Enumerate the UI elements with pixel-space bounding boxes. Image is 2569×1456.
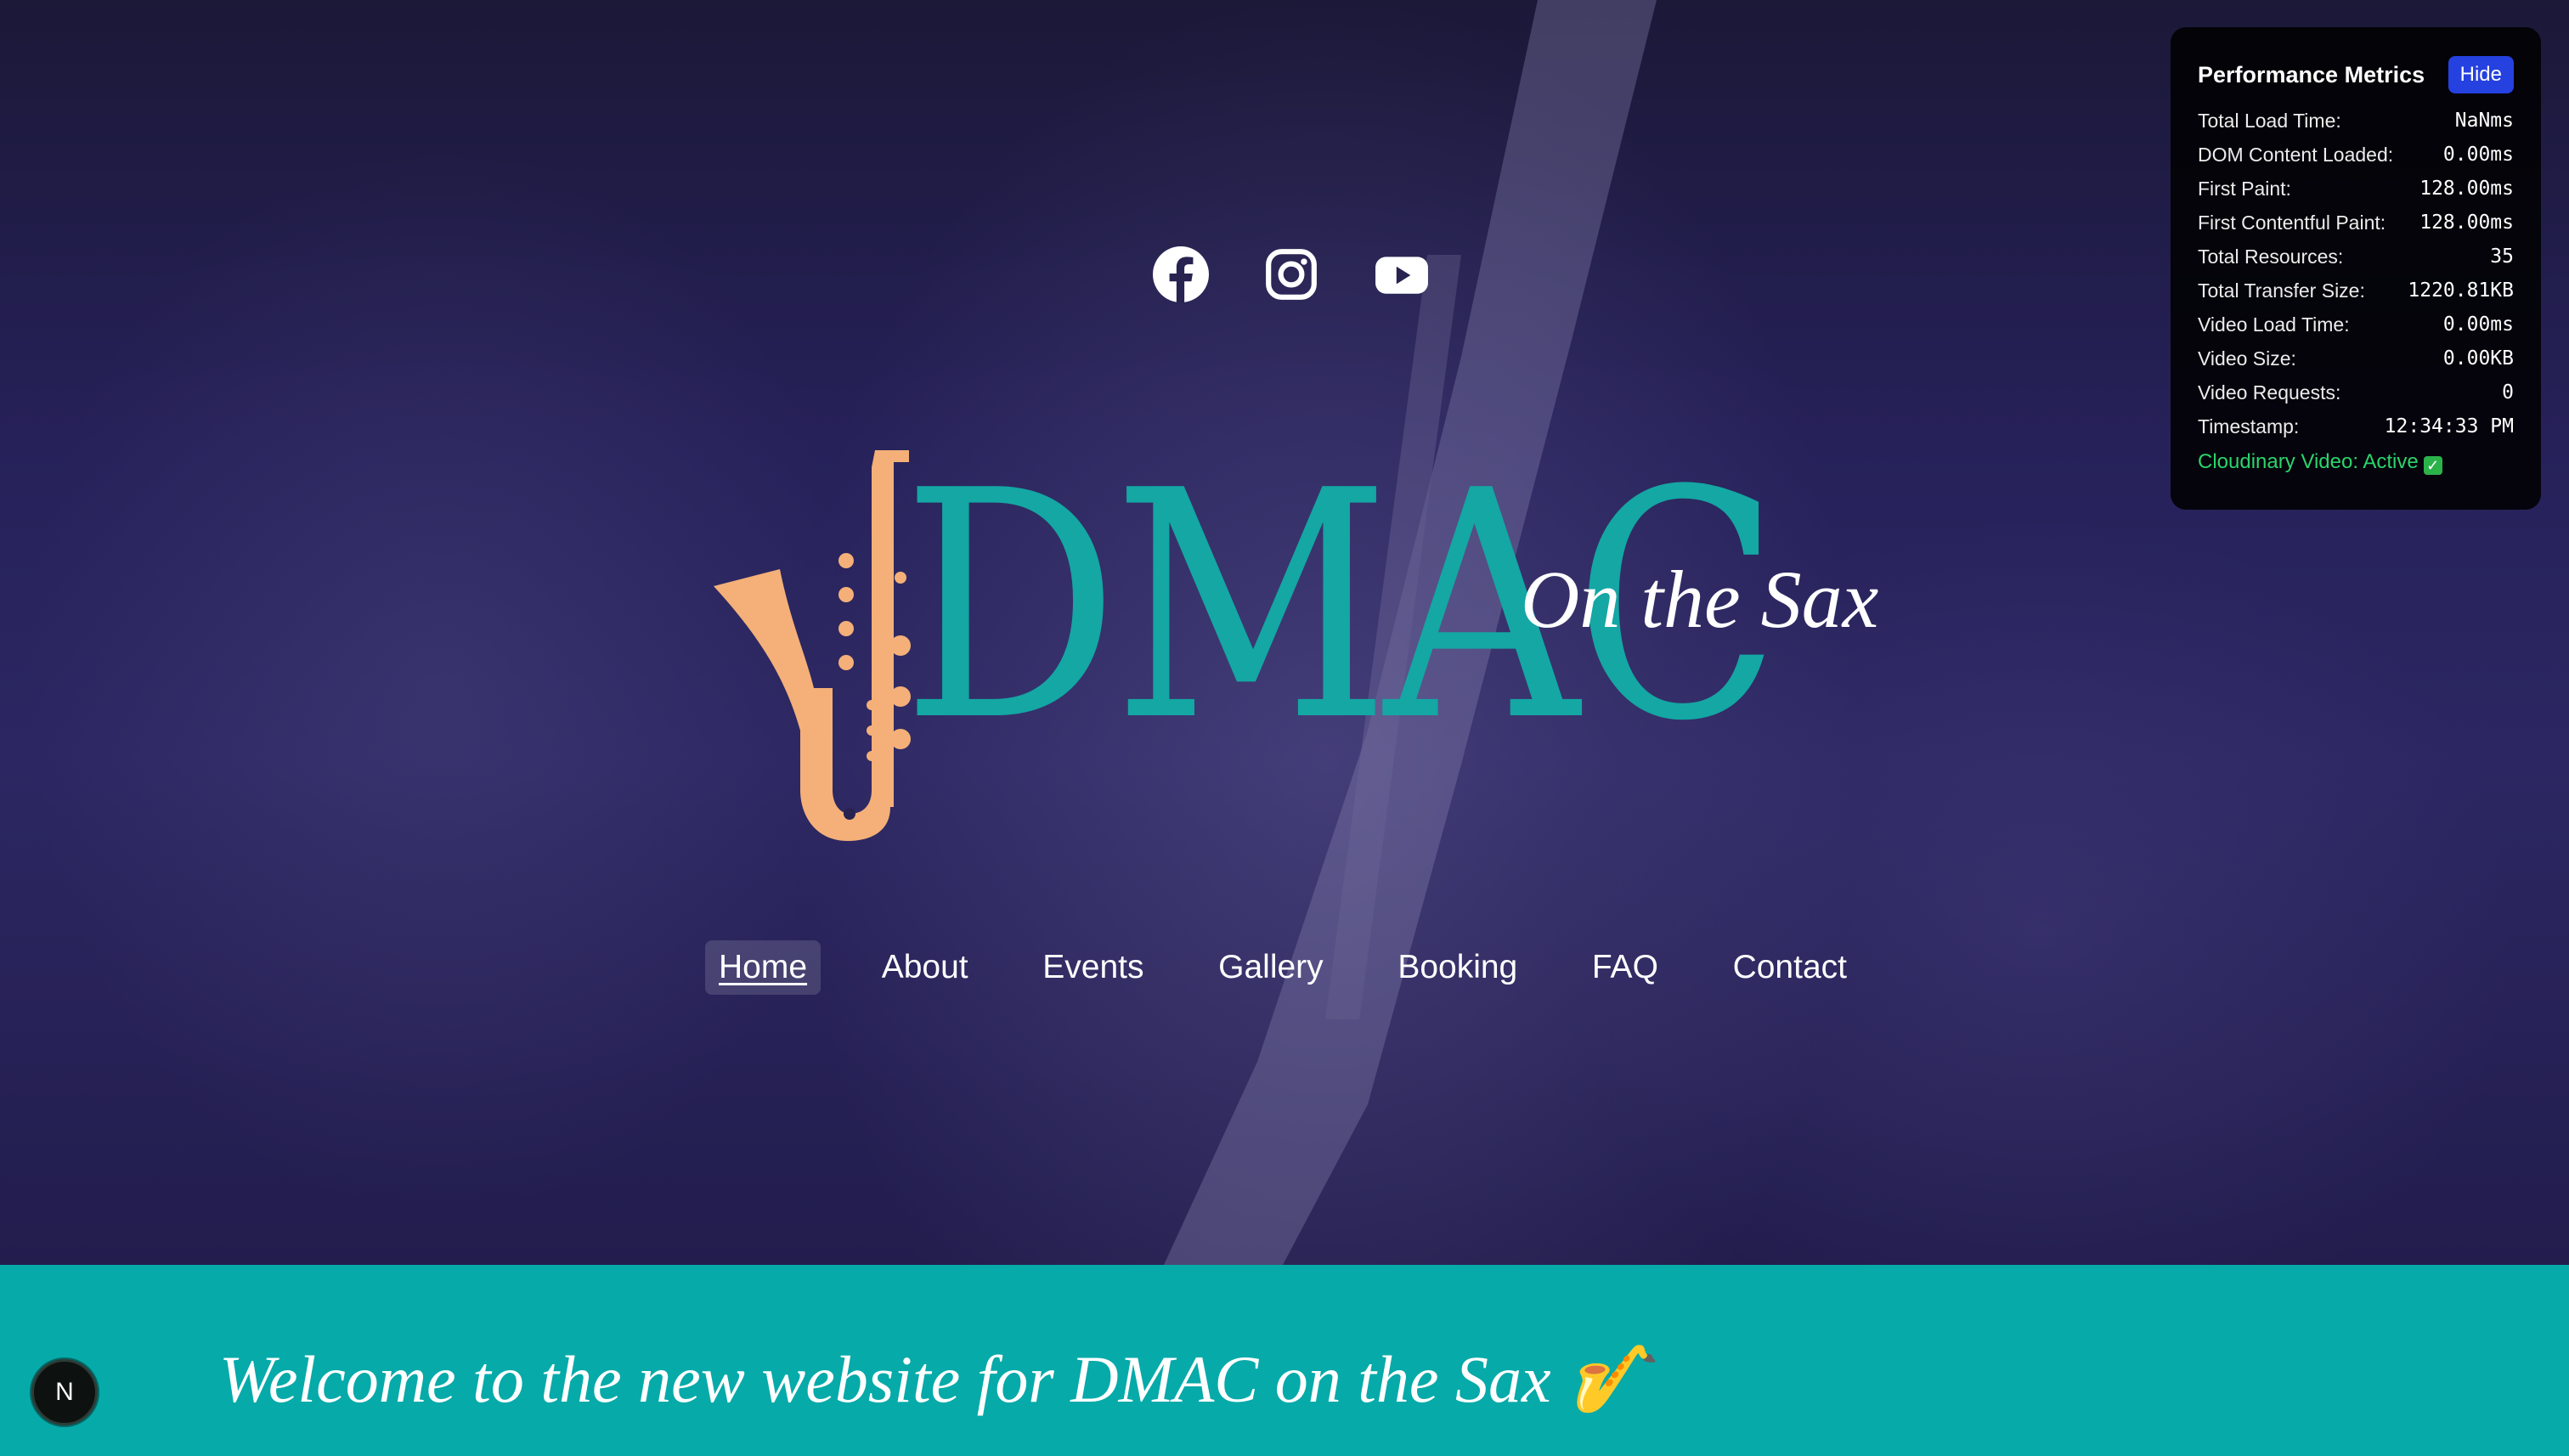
metric-label: Total Transfer Size: — [2198, 279, 2365, 302]
metric-row: Total Transfer Size: 1220.81KB — [2198, 274, 2514, 308]
metric-label: Video Load Time: — [2198, 313, 2350, 336]
metric-value: 12:34:33 PM — [2384, 415, 2514, 437]
nav-item-contact[interactable]: Contact — [1719, 940, 1860, 995]
main-navigation: Home About Events Gallery Booking FAQ Co… — [705, 936, 1860, 999]
metrics-header: Performance Metrics Hide — [2198, 56, 2514, 93]
hide-button[interactable]: Hide — [2448, 56, 2514, 93]
saxophone-logo-icon — [714, 450, 911, 841]
metric-label: DOM Content Loaded: — [2198, 143, 2394, 166]
nav-item-about[interactable]: About — [868, 940, 982, 995]
metric-row: First Paint: 128.00ms — [2198, 172, 2514, 206]
performance-metrics-panel: Performance Metrics Hide Total Load Time… — [2171, 27, 2541, 510]
metric-row: Total Load Time: NaNms — [2198, 104, 2514, 138]
metric-value: 1220.81KB — [2408, 279, 2514, 302]
dmac-logo[interactable]: DMAC On the Sax — [705, 450, 1879, 841]
nextjs-logo-icon: N — [55, 1378, 74, 1406]
metric-row: DOM Content Loaded: 0.00ms — [2198, 138, 2514, 172]
metric-row: First Contentful Paint: 128.00ms — [2198, 206, 2514, 240]
metric-value: 0 — [2502, 381, 2514, 404]
metric-label: Video Size: — [2198, 347, 2296, 370]
metric-value: 128.00ms — [2419, 178, 2514, 200]
nav-item-gallery[interactable]: Gallery — [1205, 940, 1337, 995]
metric-value: 0.00ms — [2442, 313, 2514, 336]
metric-value: NaNms — [2454, 110, 2514, 132]
metric-label: Video Requests: — [2198, 381, 2341, 404]
metric-row: Timestamp: 12:34:33 PM — [2198, 409, 2514, 443]
metric-label: First Paint: — [2198, 177, 2291, 200]
metrics-title: Performance Metrics — [2198, 61, 2425, 87]
nav-item-events[interactable]: Events — [1029, 940, 1157, 995]
metric-label: Total Resources: — [2198, 245, 2344, 268]
social-links — [1138, 241, 1444, 308]
welcome-banner: Welcome to the new website for DMAC on t… — [0, 1265, 2569, 1456]
nav-item-home[interactable]: Home — [705, 940, 822, 995]
nextjs-dev-badge[interactable]: N — [31, 1359, 98, 1425]
metric-row: Video Size: 0.00KB — [2198, 341, 2514, 375]
video-status-text: Cloudinary Video: Active — [2198, 450, 2419, 473]
video-status: Cloudinary Video: Active ✓ — [2198, 450, 2514, 475]
metric-label: First Contentful Paint: — [2198, 211, 2386, 234]
instagram-icon[interactable] — [1263, 246, 1319, 302]
metric-row: Video Requests: 0 — [2198, 375, 2514, 409]
youtube-icon[interactable] — [1374, 246, 1430, 302]
metric-value: 35 — [2490, 245, 2514, 268]
logo-subtitle: On the Sax — [1521, 554, 1879, 645]
metric-row: Total Resources: 35 — [2198, 240, 2514, 274]
metric-label: Total Load Time: — [2198, 109, 2341, 132]
welcome-text: Welcome to the new website for DMAC on t… — [219, 1342, 1651, 1416]
metric-value: 128.00ms — [2419, 212, 2514, 234]
checkmark-icon: ✓ — [2423, 456, 2442, 475]
metric-value: 0.00ms — [2442, 144, 2514, 166]
nav-item-booking[interactable]: Booking — [1384, 940, 1531, 995]
metric-label: Timestamp: — [2198, 415, 2300, 437]
metric-row: Video Load Time: 0.00ms — [2198, 308, 2514, 341]
metric-value: 0.00KB — [2442, 347, 2514, 370]
nav-item-faq[interactable]: FAQ — [1578, 940, 1672, 995]
facebook-icon[interactable] — [1153, 246, 1209, 302]
